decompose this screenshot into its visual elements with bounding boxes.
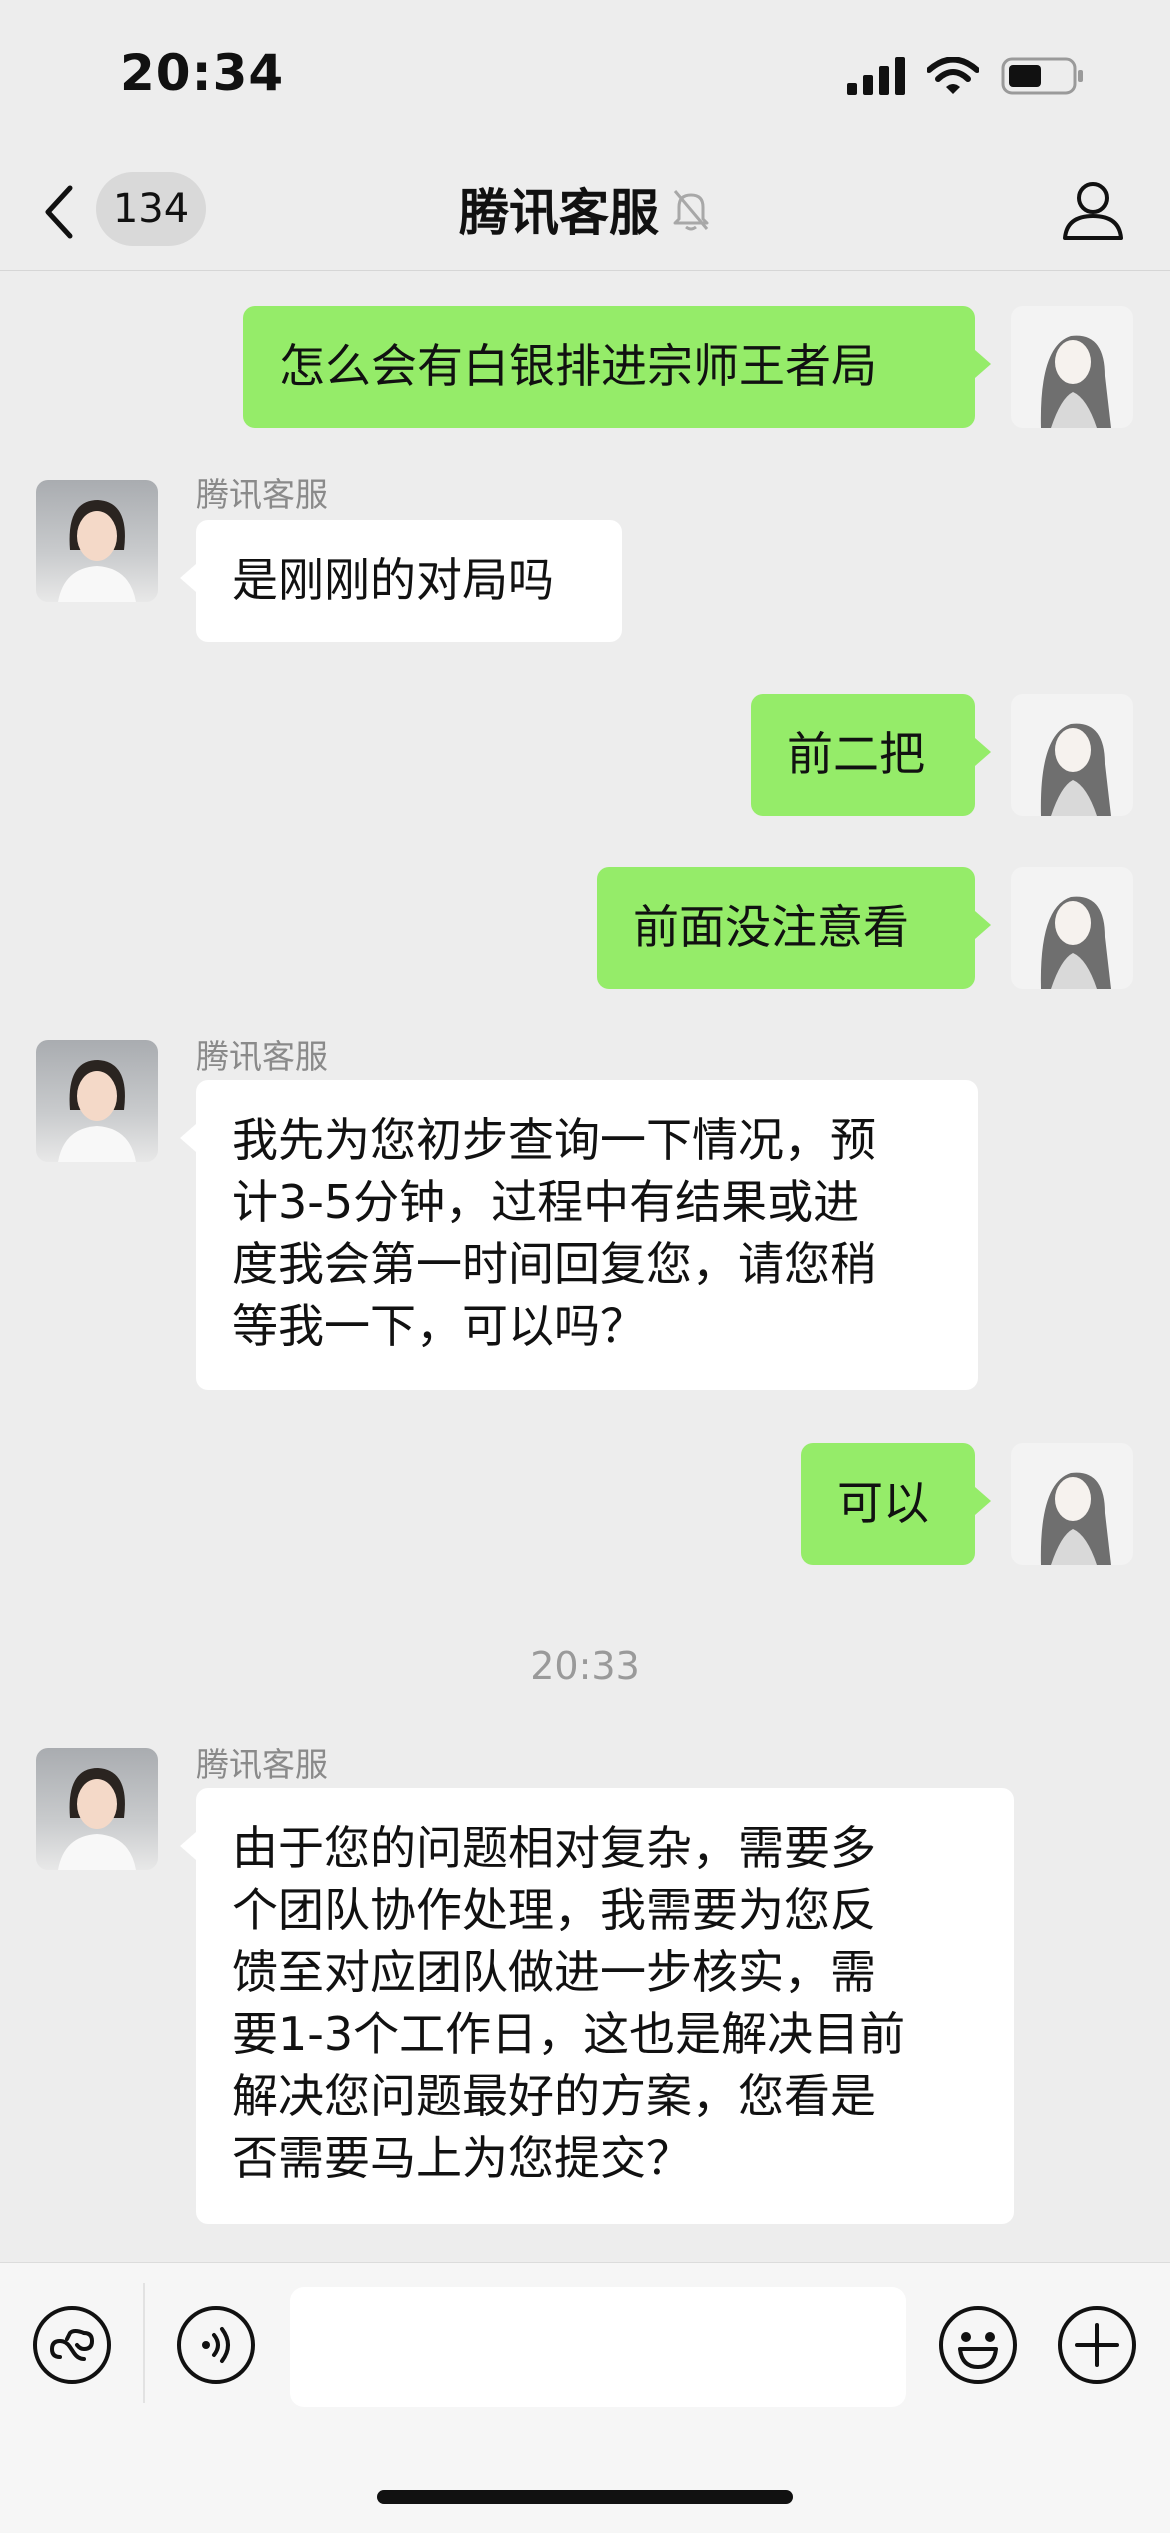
muted-bell-icon bbox=[673, 190, 709, 231]
user-avatar[interactable] bbox=[1011, 306, 1133, 428]
emoji-button[interactable] bbox=[938, 2305, 1018, 2385]
message-text: 前面没注意看 bbox=[633, 900, 909, 954]
message-line: 度我会第一时间回复您，请您稍 bbox=[232, 1237, 876, 1291]
outgoing-message[interactable]: 怎么会有白银排进宗师王者局 bbox=[243, 306, 991, 428]
input-divider bbox=[143, 2283, 145, 2403]
user-avatar-image bbox=[1040, 1472, 1111, 1565]
emoji-icon bbox=[939, 2306, 1017, 2384]
outgoing-message[interactable]: 可以 bbox=[801, 1443, 991, 1565]
chat-title-wrap: 腾讯客服 bbox=[0, 172, 1170, 246]
agent-avatar[interactable] bbox=[36, 480, 158, 602]
agent-avatar-image bbox=[58, 500, 136, 602]
sender-name: 腾讯客服 bbox=[196, 475, 328, 514]
agent-avatar[interactable] bbox=[36, 1748, 158, 1870]
mini-program-icon bbox=[33, 2306, 111, 2384]
battery-icon bbox=[1001, 57, 1083, 95]
status-time: 20:34 bbox=[120, 44, 285, 102]
agent-avatar[interactable] bbox=[36, 1040, 158, 1162]
agent-avatar-image bbox=[58, 1060, 136, 1162]
agent-avatar-image bbox=[58, 1768, 136, 1870]
mini-program-button[interactable] bbox=[32, 2305, 112, 2385]
incoming-message[interactable]: 是刚刚的对局吗 bbox=[180, 520, 622, 642]
message-input[interactable] bbox=[290, 2287, 906, 2407]
message-line: 等我一下，可以吗？ bbox=[232, 1299, 646, 1353]
status-icons bbox=[847, 56, 1085, 96]
cellular-signal-icon bbox=[847, 57, 905, 95]
user-avatar[interactable] bbox=[1011, 867, 1133, 989]
plus-icon bbox=[1058, 2306, 1136, 2384]
wifi-icon bbox=[927, 57, 979, 94]
outgoing-message[interactable]: 前面没注意看 bbox=[597, 867, 991, 989]
message-text: 前二把 bbox=[787, 727, 925, 781]
user-avatar[interactable] bbox=[1011, 694, 1133, 816]
message-line: 我先为您初步查询一下情况，预 bbox=[232, 1113, 876, 1167]
voice-input-button[interactable] bbox=[176, 2305, 256, 2385]
message-text: 可以 bbox=[837, 1476, 929, 1530]
sender-name: 腾讯客服 bbox=[196, 1745, 328, 1784]
message-line: 计3-5分钟，过程中有结果或进 bbox=[232, 1175, 860, 1229]
message-line: 个团队协作处理，我需要为您反 bbox=[232, 1883, 876, 1937]
navigation-bar: 134 腾讯客服 bbox=[0, 150, 1170, 271]
chat-info-button[interactable] bbox=[1061, 178, 1125, 242]
incoming-message[interactable]: 由于您的问题相对复杂，需要多 个团队协作处理，我需要为您反 馈至对应团队做进一步… bbox=[180, 1788, 1014, 2224]
message-text: 是刚刚的对局吗 bbox=[232, 553, 554, 607]
message-text: 怎么会有白银排进宗师王者局 bbox=[279, 339, 877, 393]
incoming-message[interactable]: 我先为您初步查询一下情况，预 计3-5分钟，过程中有结果或进 度我会第一时间回复… bbox=[180, 1080, 978, 1390]
user-avatar-image bbox=[1040, 896, 1111, 989]
message-line: 由于您的问题相对复杂，需要多 bbox=[232, 1821, 876, 1875]
person-icon bbox=[1063, 182, 1123, 240]
home-indicator[interactable] bbox=[377, 2490, 793, 2504]
message-timestamp: 20:33 bbox=[530, 1644, 640, 1688]
sender-name: 腾讯客服 bbox=[196, 1037, 328, 1076]
message-line: 否需要马上为您提交？ bbox=[232, 2131, 692, 2185]
outgoing-message[interactable]: 前二把 bbox=[751, 694, 991, 816]
more-actions-button[interactable] bbox=[1057, 2305, 1137, 2385]
user-avatar-image bbox=[1040, 335, 1111, 428]
message-line: 要1-3个工作日，这也是解决目前 bbox=[232, 2007, 906, 2061]
message-line: 解决您问题最好的方案，您看是 bbox=[232, 2069, 876, 2123]
user-avatar-image bbox=[1040, 723, 1111, 816]
voice-icon bbox=[177, 2306, 255, 2384]
user-avatar[interactable] bbox=[1011, 1443, 1133, 1565]
message-line: 馈至对应团队做进一步核实，需 bbox=[232, 1945, 876, 1999]
chat-title: 腾讯客服 bbox=[459, 184, 659, 242]
